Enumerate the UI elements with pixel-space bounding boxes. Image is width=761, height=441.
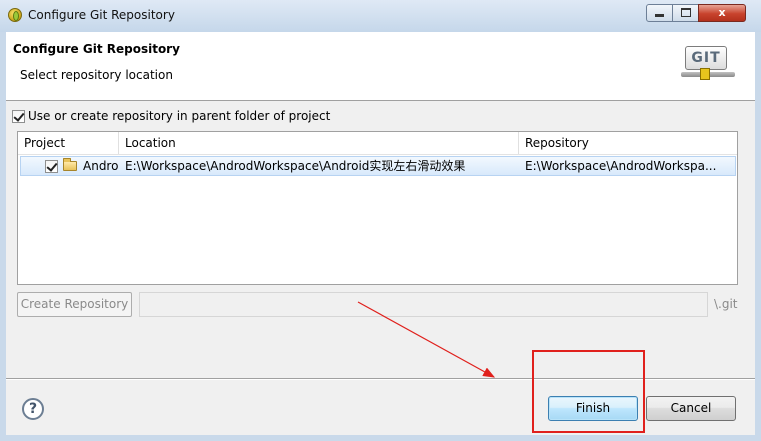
git-suffix-label: \.git	[714, 297, 738, 311]
cancel-button[interactable]: Cancel	[646, 396, 736, 421]
maximize-button[interactable]	[672, 4, 699, 22]
projects-table[interactable]: Project Location Repository Andro E:\Wor…	[17, 131, 738, 285]
row-location: E:\Workspace\AndrodWorkspace\Android实现左右…	[125, 159, 466, 173]
window-title: Configure Git Repository	[28, 8, 175, 22]
table-header: Project Location Repository	[18, 132, 737, 155]
maximize-icon	[680, 8, 691, 17]
dialog-header: Configure Git Repository Select reposito…	[6, 32, 755, 101]
row-repository: E:\Workspace\AndrodWorkspa...	[525, 159, 717, 173]
help-icon[interactable]: ?	[22, 398, 44, 420]
close-button[interactable]: x	[698, 4, 746, 22]
minimize-button[interactable]	[646, 4, 673, 22]
annotation-highlight-box	[532, 350, 645, 433]
column-header-repository[interactable]: Repository	[518, 132, 737, 154]
create-repository-button[interactable]: Create Repository	[17, 292, 132, 317]
repository-path-field[interactable]	[139, 292, 708, 317]
table-row[interactable]: Andro E:\Workspace\AndrodWorkspace\Andro…	[20, 156, 736, 176]
git-logo-text: GIT	[685, 46, 727, 70]
eclipse-app-icon	[8, 8, 22, 22]
minimize-icon	[655, 14, 664, 17]
row-checkbox[interactable]	[45, 160, 58, 173]
folder-icon	[63, 158, 77, 171]
git-logo-knob	[700, 68, 710, 80]
git-logo-icon: GIT	[681, 46, 737, 86]
window-titlebar[interactable]: Configure Git Repository x	[0, 0, 761, 32]
dialog-title: Configure Git Repository	[13, 42, 180, 56]
parent-folder-label[interactable]: Use or create repository in parent folde…	[28, 109, 330, 123]
dialog-subtitle: Select repository location	[20, 68, 173, 82]
parent-folder-checkbox[interactable]	[12, 110, 25, 123]
column-header-project[interactable]: Project	[18, 132, 118, 154]
close-icon: x	[718, 6, 726, 19]
column-header-location[interactable]: Location	[118, 132, 518, 154]
row-project: Andro	[83, 159, 119, 173]
